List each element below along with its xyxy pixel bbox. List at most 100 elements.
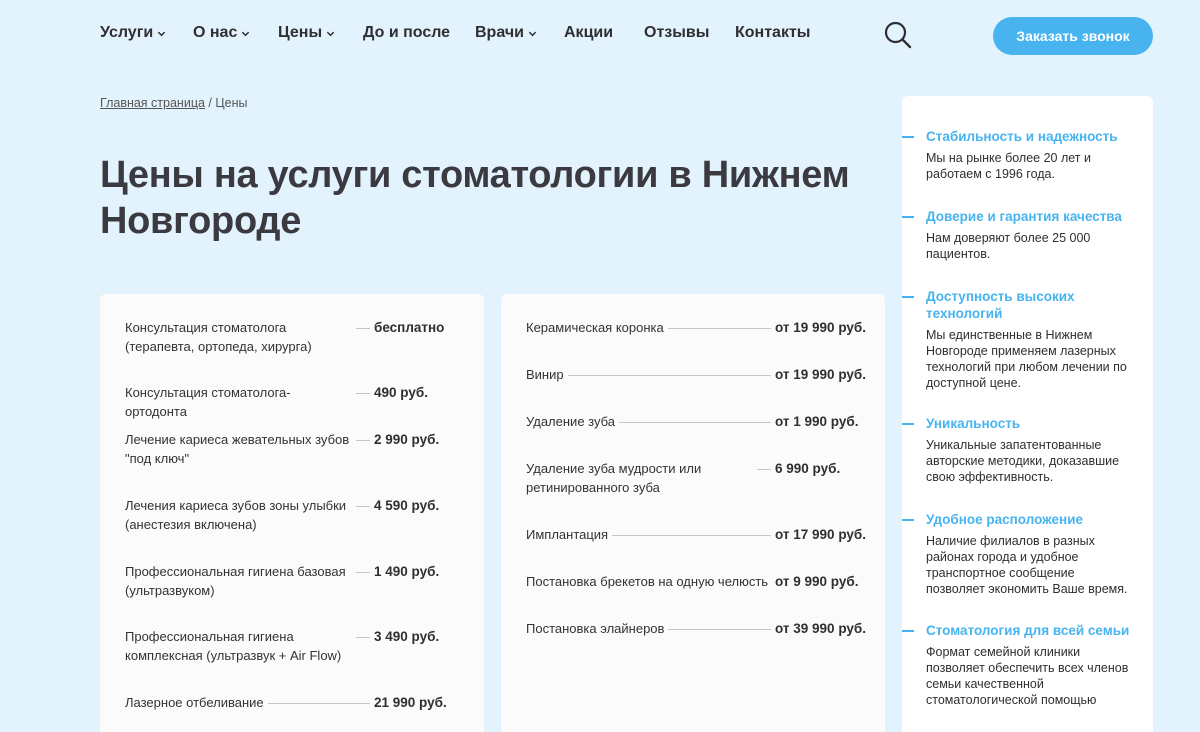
advantage-title: Доступность высоких технологий [926, 289, 1075, 321]
top-navigation: Услуги О нас Цены До и после Врачи Акции… [0, 0, 1200, 70]
advantage-item: Удобное расположение Наличие филиалов в … [902, 511, 1153, 597]
nav-item-label: О нас [193, 24, 238, 41]
nav-item-doctors[interactable]: Врачи [475, 24, 537, 42]
nav-item-label: Отзывы [644, 24, 710, 41]
nav-item-services[interactable]: Услуги [100, 24, 166, 42]
leader-line [567, 375, 771, 376]
chevron-down-icon [158, 31, 166, 36]
leader-line [356, 572, 370, 573]
breadcrumb: Главная страница / Цены [100, 96, 247, 110]
request-call-button[interactable]: Заказать звонок [993, 17, 1153, 55]
service-price: 21 990 руб. [374, 695, 447, 710]
leader-line [356, 328, 370, 329]
nav-item-before-after[interactable]: До и после [363, 24, 450, 42]
nav-item-prices[interactable]: Цены [278, 24, 335, 42]
nav-item-label: Услуги [100, 24, 154, 41]
service-price: 6 990 руб. [775, 461, 841, 476]
nav-item-label: Врачи [475, 24, 524, 41]
leader-line [267, 703, 370, 704]
price-row: Лечение кариеса жевательных зубов "под к… [125, 430, 464, 468]
nav-item-about[interactable]: О нас [193, 24, 250, 42]
price-row: Имплантация от 17 990 руб. [526, 525, 866, 544]
nav-item-contacts[interactable]: Контакты [735, 24, 810, 42]
price-list-card-left: Консультация стоматолога (терапевта, орт… [100, 294, 484, 732]
advantages-sidebar: Стабильность и надежность Мы на рынке бо… [902, 96, 1153, 732]
dash-marker [902, 296, 914, 298]
service-price: от 39 990 руб. [775, 621, 866, 636]
page-title: Цены на услуги стоматологии в Нижнем Нов… [100, 154, 850, 242]
leader-line [356, 393, 370, 394]
dash-marker [902, 136, 914, 138]
price-row: Консультация стоматолога-ортодонта 490 р… [125, 383, 464, 421]
advantage-text: Мы единственные в Нижнем Новгороде приме… [926, 328, 1127, 390]
service-price: от 17 990 руб. [775, 527, 866, 542]
service-price: 4 590 руб. [374, 498, 440, 513]
dash-marker [902, 216, 914, 218]
advantage-title: Стоматология для всей семьи [926, 623, 1130, 638]
service-price: от 19 990 руб. [775, 320, 866, 335]
breadcrumb-current: Цены [215, 96, 248, 110]
dash-marker [902, 630, 914, 632]
service-price: 490 руб. [374, 385, 428, 400]
search-icon[interactable] [883, 20, 913, 50]
price-row: Винир от 19 990 руб. [526, 365, 866, 384]
chevron-down-icon [326, 31, 335, 36]
breadcrumb-home-link[interactable]: Главная страница [100, 96, 205, 110]
service-price: от 19 990 руб. [775, 367, 866, 382]
advantage-title: Стабильность и надежность [926, 129, 1118, 144]
service-price: 3 490 руб. [374, 629, 440, 644]
price-row: Постановка элайнеров от 39 990 руб. [526, 619, 866, 638]
service-name: Консультация стоматолога (терапевта, орт… [125, 320, 312, 354]
service-price: от 1 990 руб. [775, 414, 859, 429]
advantage-text: Формат семейной клиники позволяет обеспе… [926, 645, 1129, 707]
price-row: Удаление зуба от 1 990 руб. [526, 412, 865, 431]
price-row: Лазерное отбеливание 21 990 руб. [125, 693, 464, 712]
service-name: Лечения кариеса зубов зоны улыбки (анест… [125, 498, 347, 532]
service-name: Профессиональная гигиена базовая (ультра… [125, 564, 346, 598]
advantage-title: Уникальность [926, 416, 1021, 431]
nav-item-label: До и после [363, 24, 451, 41]
price-row: Профессиональная гигиена базовая (ультра… [125, 562, 464, 600]
nav-item-reviews[interactable]: Отзывы [644, 24, 709, 42]
nav-item-label: Акции [564, 24, 614, 41]
service-name: Лазерное отбеливание [125, 695, 264, 710]
nav-item-label: Контакты [735, 24, 811, 41]
service-name: Лечение кариеса жевательных зубов "под к… [125, 432, 350, 466]
leader-line [619, 422, 771, 423]
advantage-title: Удобное расположение [926, 512, 1084, 527]
service-price: бесплатно [374, 320, 445, 335]
service-price: от 9 990 руб. [775, 574, 859, 589]
leader-line [356, 637, 370, 638]
service-name: Консультация стоматолога-ортодонта [125, 385, 291, 419]
advantage-item: Стоматология для всей семьи Формат семей… [902, 622, 1153, 708]
price-row: Керамическая коронка от 19 990 руб. [526, 318, 866, 337]
advantage-text: Мы на рынке более 20 лет и работаем с 19… [926, 151, 1091, 181]
price-row: Удаление зуба мудрости или ретинированно… [526, 459, 865, 497]
leader-line [356, 440, 370, 441]
advantage-title: Доверие и гарантия качества [926, 209, 1122, 224]
service-name: Профессиональная гигиена комплексная (ул… [125, 629, 342, 663]
service-name: Имплантация [526, 527, 609, 542]
service-name: Винир [526, 367, 564, 382]
service-name: Постановка элайнеров [526, 621, 665, 636]
leader-line [356, 506, 370, 507]
nav-item-label: Цены [278, 24, 323, 41]
service-name: Постановка брекетов на одную челюсть [526, 574, 769, 589]
advantage-item: Уникальность Уникальные запатентованные … [902, 415, 1153, 485]
service-price: 1 490 руб. [374, 564, 440, 579]
advantage-item: Доступность высоких технологий Мы единст… [902, 288, 1153, 391]
nav-item-promotions[interactable]: Акции [564, 24, 613, 42]
dash-marker [902, 519, 914, 521]
price-list-card-right: Керамическая коронка от 19 990 руб. Вини… [501, 294, 885, 732]
service-name: Керамическая коронка [526, 320, 664, 335]
chevron-down-icon [528, 31, 537, 36]
leader-line [667, 328, 771, 329]
leader-line [612, 535, 771, 536]
breadcrumb-separator: / [208, 96, 212, 110]
advantage-text: Уникальные запатентованные авторские мет… [926, 438, 1120, 484]
price-row: Постановка брекетов на одную челюсть от … [526, 572, 865, 591]
service-price: 2 990 руб. [374, 432, 440, 447]
chevron-down-icon [242, 31, 250, 36]
price-row: Профессиональная гигиена комплексная (ул… [125, 627, 464, 665]
price-row: Лечения кариеса зубов зоны улыбки (анест… [125, 496, 464, 534]
